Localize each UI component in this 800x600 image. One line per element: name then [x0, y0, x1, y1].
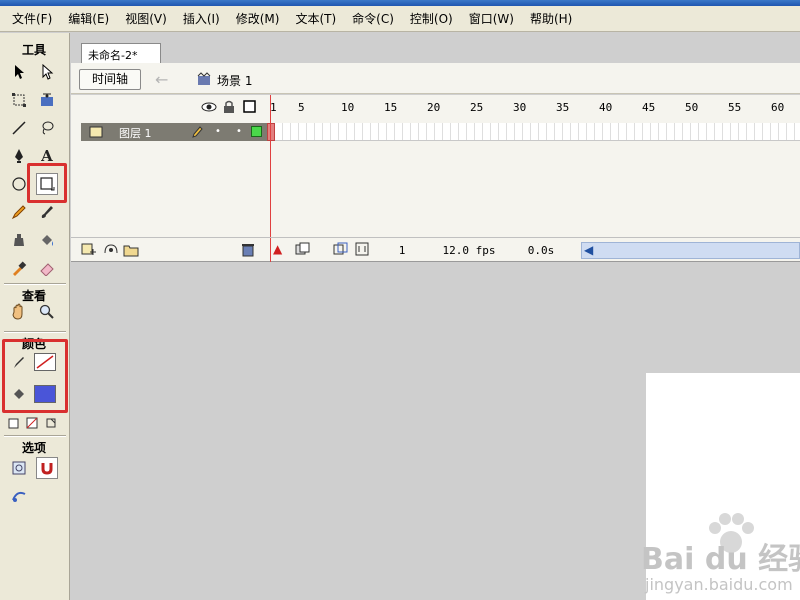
outline-color-box[interactable]: [251, 126, 262, 137]
zoom-tool-icon[interactable]: [36, 301, 58, 323]
visibility-dot[interactable]: •: [215, 126, 221, 137]
timeline-horizontal-scrollbar[interactable]: ◀: [581, 242, 800, 259]
color-section-highlight: [2, 339, 68, 413]
ruler-label: 45: [642, 101, 656, 114]
eyedropper-icon[interactable]: [8, 257, 30, 279]
ruler-label: 25: [470, 101, 484, 114]
timeline-toggle-button[interactable]: 时间轴: [79, 69, 141, 90]
ruler-label: 15: [384, 101, 398, 114]
add-guide-layer-icon[interactable]: [103, 243, 119, 260]
ruler-label: 5: [298, 101, 305, 114]
options-title: 选项: [21, 441, 46, 455]
watermark-url: jingyan.baidu.com: [645, 575, 793, 594]
eraser-icon[interactable]: [36, 257, 58, 279]
edit-bar: 时间轴 ← 场景 1: [71, 66, 800, 94]
menu-window[interactable]: 窗口(W): [461, 10, 522, 27]
paint-bucket-icon[interactable]: [36, 229, 58, 251]
lock-icon[interactable]: [223, 100, 235, 117]
menu-edit[interactable]: 编辑(E): [60, 10, 117, 27]
menu-view[interactable]: 视图(V): [117, 10, 175, 27]
fill-transform-icon[interactable]: [36, 89, 58, 111]
snap-option-icon[interactable]: [8, 457, 30, 479]
frame-row[interactable]: [267, 123, 800, 141]
smooth-option-icon[interactable]: [8, 485, 30, 507]
timeline-panel: 图层 1 • • 1 5 10 15 20 25 30 35 40 45 50 …: [71, 95, 800, 262]
scene-icon: [197, 72, 211, 86]
onion-skin-icon[interactable]: [295, 242, 311, 259]
document-tab[interactable]: 未命名-2*: [81, 43, 161, 65]
menu-file[interactable]: 文件(F): [4, 10, 60, 27]
color-buttons[interactable]: [4, 415, 66, 431]
pencil-tool-icon[interactable]: [8, 201, 30, 223]
eye-icon[interactable]: [201, 101, 217, 116]
free-transform-icon[interactable]: [8, 89, 30, 111]
menu-control[interactable]: 控制(O): [402, 10, 461, 27]
onion-skin-outline-icon[interactable]: [333, 242, 349, 259]
tools-separator: [4, 331, 66, 333]
lock-dot[interactable]: •: [236, 126, 242, 137]
menu-text[interactable]: 文本(T): [287, 10, 344, 27]
arrow-tool-icon[interactable]: [8, 61, 30, 83]
frame-rate-field[interactable]: 12.0 fps: [433, 242, 505, 259]
current-frame-field[interactable]: 1: [377, 242, 427, 259]
layer-row[interactable]: 图层 1 • •: [81, 123, 267, 141]
ink-bottle-icon[interactable]: [8, 229, 30, 251]
elapsed-time-field: 0.0s: [527, 244, 555, 257]
scroll-left-icon[interactable]: ◀: [584, 243, 593, 257]
layer-name: 图层 1: [119, 127, 152, 140]
tools-panel: 工具 A 查看 颜色 选项: [0, 33, 70, 600]
scene-label[interactable]: 场景 1: [217, 72, 252, 89]
line-tool-icon[interactable]: [8, 117, 30, 139]
menu-insert[interactable]: 插入(I): [175, 10, 228, 27]
menu-commands[interactable]: 命令(C): [344, 10, 402, 27]
ruler-label: 40: [599, 101, 613, 114]
ruler-label: 10: [341, 101, 355, 114]
ruler-label: 55: [728, 101, 742, 114]
add-folder-icon[interactable]: [123, 243, 139, 260]
menu-modify[interactable]: 修改(M): [228, 10, 288, 27]
magnet-option-icon[interactable]: [36, 457, 58, 479]
tools-separator: [4, 435, 66, 437]
hand-tool-icon[interactable]: [8, 301, 30, 323]
modify-onion-markers-icon[interactable]: [355, 242, 369, 259]
center-frame-icon[interactable]: ▲: [273, 242, 282, 256]
ruler-label: 50: [685, 101, 699, 114]
rectangle-tool-highlight: [27, 163, 67, 203]
delete-layer-icon[interactable]: [241, 242, 255, 260]
ruler-label: 35: [556, 101, 570, 114]
tools-title: 工具: [21, 43, 46, 57]
menu-bar: 文件(F) 编辑(E) 视图(V) 插入(I) 修改(M) 文本(T) 命令(C…: [0, 6, 800, 32]
ruler-label: 60: [771, 101, 785, 114]
document-area: 未命名-2* 时间轴 ← 场景 1 图层 1 • • 1 5 10 15 20 …: [71, 33, 800, 600]
pencil-edit-icon: [191, 125, 203, 142]
back-arrow-icon[interactable]: ←: [155, 70, 168, 89]
playhead[interactable]: [267, 123, 275, 141]
outline-icon[interactable]: [243, 100, 256, 116]
tools-separator: [4, 283, 66, 285]
ruler-label: 30: [513, 101, 527, 114]
layer-icon: [89, 126, 103, 141]
subselect-tool-icon[interactable]: [36, 61, 58, 83]
menu-help[interactable]: 帮助(H): [522, 10, 580, 27]
timeline-footer: ▲ 1 12.0 fps 0.0s ◀: [71, 237, 800, 262]
lasso-tool-icon[interactable]: [36, 117, 58, 139]
add-layer-icon[interactable]: [81, 243, 97, 260]
watermark-brand: Bai du 经验: [641, 542, 800, 577]
layer-header: [71, 95, 267, 123]
ruler-label: 20: [427, 101, 441, 114]
brush-tool-icon[interactable]: [36, 201, 58, 223]
